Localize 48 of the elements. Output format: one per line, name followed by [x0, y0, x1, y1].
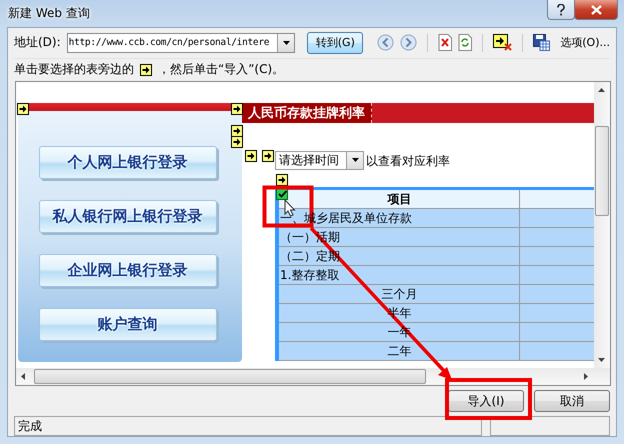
- table-marker-icon[interactable]: [231, 136, 243, 148]
- close-icon: [590, 4, 602, 14]
- table-cell: 1.整存整取: [280, 268, 340, 282]
- table-marker-icon[interactable]: [276, 174, 288, 186]
- scroll-up-icon[interactable]: [598, 88, 605, 92]
- highlight-frame: [262, 186, 314, 228]
- status-text: 完成: [14, 416, 482, 436]
- vertical-scrollbar[interactable]: [594, 82, 610, 368]
- help-icon: [557, 4, 565, 16]
- save-icon[interactable]: [533, 34, 550, 52]
- caret-icon[interactable]: [282, 40, 290, 45]
- hide-markers-icon[interactable]: [493, 34, 512, 52]
- options-button[interactable]: 选项(O)...: [560, 35, 610, 50]
- mouse-cursor: [284, 198, 296, 217]
- login-button[interactable]: 账户查询: [38, 308, 216, 341]
- table-marker-icon[interactable]: [140, 64, 152, 76]
- table-marker-icon[interactable]: [17, 102, 29, 115]
- help-button[interactable]: [547, 0, 575, 20]
- window-title: 新建 Web 查询: [8, 5, 90, 22]
- table-marker-icon[interactable]: [231, 102, 243, 115]
- address-label: 地址(D):: [14, 34, 61, 52]
- time-select[interactable]: 请选择时间: [275, 150, 364, 170]
- scroll-down-icon[interactable]: [598, 358, 605, 362]
- table-cell: 三个月: [382, 286, 418, 301]
- go-button[interactable]: 转到(G): [307, 32, 364, 54]
- stop-icon[interactable]: [438, 34, 452, 52]
- close-button[interactable]: [574, 0, 618, 20]
- back-icon[interactable]: [377, 34, 394, 52]
- scroll-left-icon[interactable]: [21, 373, 25, 380]
- address-field[interactable]: http://www.ccb.com/cn/personal/intere: [66, 32, 296, 53]
- dialog-button[interactable]: 取消: [534, 390, 610, 412]
- caret-icon[interactable]: [352, 158, 358, 162]
- login-button[interactable]: 个人网上银行登录: [38, 146, 216, 179]
- scroll-right-icon[interactable]: [584, 373, 588, 380]
- login-button[interactable]: 企业网上银行登录: [38, 254, 216, 287]
- table-cell: 二年: [388, 344, 412, 358]
- horizontal-scrollbar[interactable]: [16, 368, 610, 386]
- instruction-text: 单击要选择的表旁边的: [14, 61, 134, 78]
- table-marker-icon[interactable]: [231, 124, 243, 137]
- page-heading: 人民币存款挂牌利率: [242, 102, 372, 123]
- dialog-button[interactable]: 导入(I): [448, 390, 524, 412]
- table-marker-icon[interactable]: [262, 150, 274, 162]
- table-marker-icon[interactable]: [245, 150, 257, 162]
- refresh-icon[interactable]: [458, 34, 472, 52]
- forward-icon[interactable]: [400, 34, 418, 52]
- select-hint: 以查看对应利率: [366, 152, 450, 170]
- login-button[interactable]: 私人银行网上银行登录: [38, 200, 216, 233]
- instruction-text: ，然后单击“导入”(C)。: [158, 61, 284, 78]
